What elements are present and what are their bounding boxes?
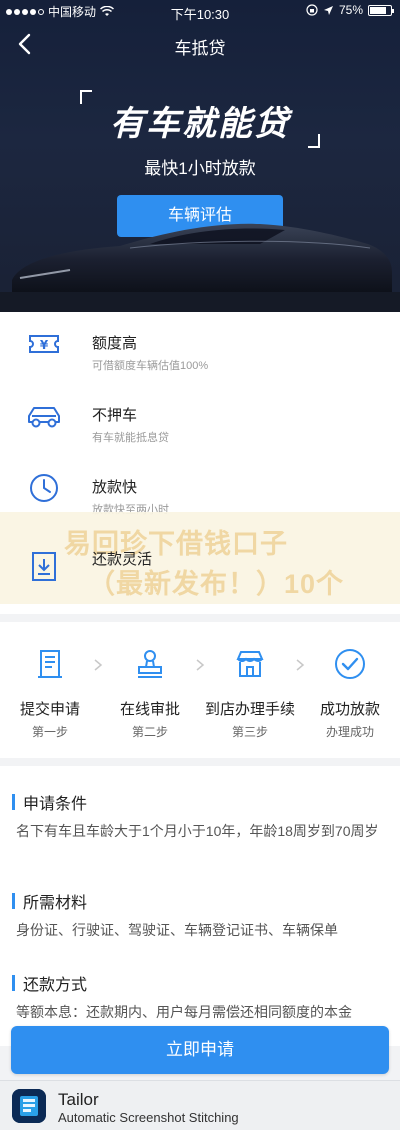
section-marker <box>12 794 15 810</box>
step-approval: 在线审批 第二步 <box>100 622 200 758</box>
section-title: 还款方式 <box>23 977 88 994</box>
conditions-text: 名下有车且车龄大于1个月小于10年，年龄18周岁到70周岁 <box>16 823 379 839</box>
battery-icon <box>368 4 394 16</box>
apply-now-button[interactable]: 立即申请 <box>11 1026 389 1074</box>
section-marker <box>12 975 15 991</box>
section-marker <box>12 893 15 909</box>
svg-text:¥: ¥ <box>40 338 49 352</box>
form-icon <box>38 650 62 678</box>
repayment-header: 还款方式 <box>12 971 87 995</box>
materials-header: 所需材料 <box>12 889 87 913</box>
hero-subslogan: 最快1小时放款 <box>144 159 256 178</box>
page-title: 车抵贷 <box>174 39 226 58</box>
feature-title-flexible-repay: 还款灵活 <box>92 551 153 568</box>
step-submit: 提交申请 第一步 <box>0 622 100 758</box>
store-icon <box>236 651 264 677</box>
slogan-frame: 有车就能贷 <box>80 90 320 148</box>
process-steps: 提交申请 第一步 在线审批 第二步 到店办理手续 第三步 成功放款 办理成功 <box>0 622 400 758</box>
status-right: 75% <box>306 3 394 17</box>
feature-item-no-car-pledge: 不押车 有车就能抵息贷 <box>0 384 400 456</box>
step-sub: 办理成功 <box>325 725 374 739</box>
step-sub: 第二步 <box>131 725 168 739</box>
footer-app-desc: Automatic Screenshot Stitching <box>58 1110 239 1125</box>
step-title: 成功放款 <box>319 701 380 718</box>
step-title: 到店办理手续 <box>204 701 295 718</box>
step-title: 在线审批 <box>119 701 180 718</box>
info-panel: 申请条件 名下有车且车龄大于1个月小于10年，年龄18周岁到70周岁 所需材料 … <box>0 766 400 1046</box>
clock-icon <box>30 474 58 502</box>
location-icon <box>323 5 333 15</box>
conditions-header: 申请条件 <box>12 790 87 814</box>
feature-title: 额度高 <box>92 335 138 352</box>
step-sub: 第三步 <box>231 725 268 739</box>
battery-percent: 75% <box>338 3 363 17</box>
step-store: 到店办理手续 第三步 <box>200 622 300 758</box>
nav-bar: 车抵贷 <box>0 22 400 66</box>
lock-rotation-icon <box>306 4 318 16</box>
document-download-icon <box>32 552 56 581</box>
hero-slogan: 有车就能贷 <box>110 104 290 144</box>
feature-title: 不押车 <box>92 407 138 424</box>
feature-desc: 可借额度车辆估值100% <box>92 360 209 372</box>
feature-title: 放款快 <box>92 479 138 496</box>
feature-desc: 有车就能抵息贷 <box>92 432 169 444</box>
status-bar: 中国移动 下午10:30 75% <box>0 0 400 22</box>
section-title: 所需材料 <box>23 895 88 912</box>
tailor-footer: Tailor Automatic Screenshot Stitching <box>0 1080 400 1130</box>
step-title: 提交申请 <box>19 701 80 718</box>
car-icon <box>28 407 60 428</box>
section-title: 申请条件 <box>23 796 88 813</box>
stamp-icon <box>138 650 162 678</box>
check-circle-icon <box>335 649 365 679</box>
yen-ticket-icon: ¥ <box>29 335 59 353</box>
repayment-text: 等额本息：还款期内、用户每月需偿还相同额度的本金 <box>16 1004 352 1020</box>
car-silhouette-image <box>0 223 400 312</box>
footer-app-name: Tailor <box>58 1090 99 1109</box>
hero-banner: 中国移动 下午10:30 75% 车抵贷 有车就能贷 最快1小时放款 车辆评估 <box>0 0 400 312</box>
step-sub: 第一步 <box>31 725 68 739</box>
feature-item-high-limit: ¥ 额度高 可借额度车辆估值100% <box>0 312 400 384</box>
step-success: 成功放款 办理成功 <box>300 622 400 758</box>
tailor-app-icon <box>12 1089 46 1123</box>
materials-text: 身份证、行驶证、驾驶证、车辆登记证书、车辆保单 <box>16 922 338 938</box>
